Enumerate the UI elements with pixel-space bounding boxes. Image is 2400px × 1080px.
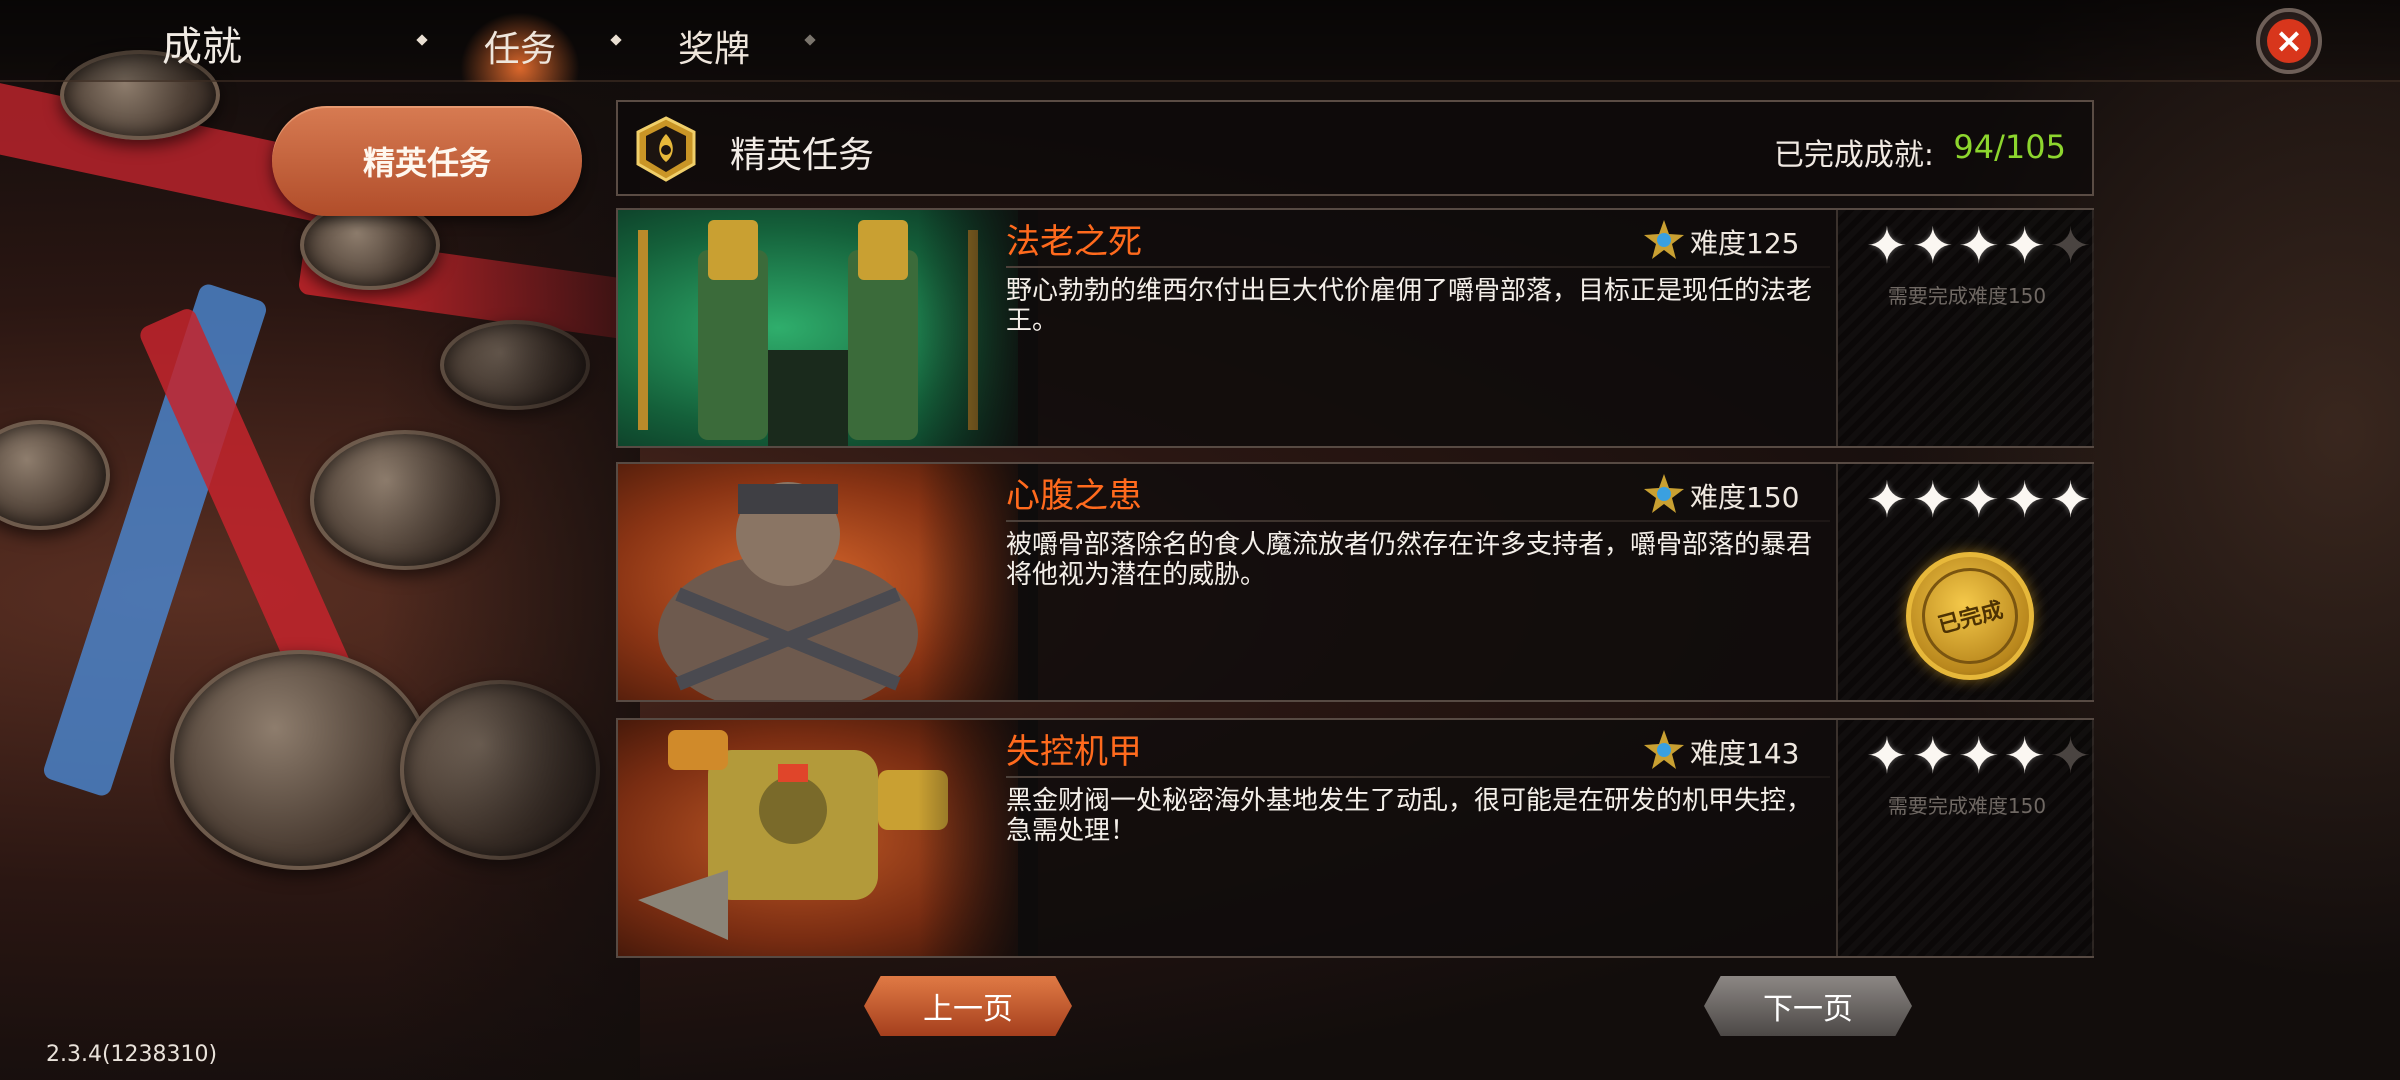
star-icon: ✦	[2003, 471, 2046, 529]
tab-separator	[610, 34, 622, 46]
sidebar-item-elite-tasks[interactable]: 精英任务	[272, 106, 582, 216]
top-bar: 成就 任务 奖牌 ×	[0, 0, 2400, 82]
requirement-text: 需要完成难度150	[1887, 284, 2047, 308]
difficulty-icon	[1644, 220, 1684, 259]
close-icon: ×	[2267, 19, 2311, 63]
tab-tasks[interactable]: 任务	[484, 20, 556, 72]
star-icon: ✦	[2049, 471, 2092, 529]
tab-separator	[416, 34, 428, 46]
star-rating: ✦ ✦ ✦ ✦ ✦	[1866, 474, 2092, 526]
star-icon: ✦	[1911, 727, 1954, 785]
completed-count: 94/105	[1953, 128, 2066, 166]
elite-emblem-icon	[636, 116, 696, 182]
completed-label: 已完成成就:	[1773, 138, 1934, 173]
star-icon: ✦	[1957, 217, 2000, 275]
mission-status-panel: ✦ ✦ ✦ ✦ ✦ 已完成	[1836, 464, 2094, 700]
mission-card[interactable]: 失控机甲 难度143 黑金财阀一处秘密海外基地发生了动乱，很可能是在研发的机甲失…	[616, 718, 2094, 958]
star-icon: ✦	[1911, 471, 1954, 529]
requirement-text: 需要完成难度150	[1887, 794, 2047, 818]
star-empty-icon: ✦	[2049, 217, 2092, 275]
section-header: 精英任务 已完成成就: 94/105	[616, 100, 2094, 196]
difficulty-label: 难度143	[1690, 737, 1800, 770]
difficulty-icon	[1644, 474, 1684, 513]
completed-seal-icon: 已完成	[1906, 552, 2034, 680]
mission-description: 黑金财阀一处秘密海外基地发生了动乱，很可能是在研发的机甲失控，急需处理！	[1006, 786, 1813, 846]
mission-name: 心腹之患	[1006, 476, 1142, 516]
close-button[interactable]: ×	[2256, 8, 2322, 74]
star-icon: ✦	[1866, 471, 1908, 529]
star-icon: ✦	[1866, 217, 1908, 275]
tab-medals[interactable]: 奖牌	[678, 20, 750, 72]
difficulty-label: 难度125	[1690, 227, 1800, 260]
mission-status-panel: ✦ ✦ ✦ ✦ ✦ 需要完成难度150	[1836, 210, 2094, 446]
mission-status-panel: ✦ ✦ ✦ ✦ ✦ 需要完成难度150	[1836, 720, 2094, 956]
page-title: 成就	[162, 24, 242, 70]
mission-card[interactable]: 法老之死 难度125 野心勃勃的维西尔付出巨大代价雇佣了嚼骨部落，目标正是现任的…	[616, 208, 2094, 448]
mission-name: 法老之死	[1006, 222, 1142, 262]
mission-name: 失控机甲	[1006, 732, 1142, 772]
tab-separator	[804, 34, 816, 46]
mission-card[interactable]: 心腹之患 难度150 被嚼骨部落除名的食人魔流放者仍然存在许多支持者，嚼骨部落的…	[616, 462, 2094, 702]
star-rating: ✦ ✦ ✦ ✦ ✦	[1866, 220, 2092, 272]
star-rating: ✦ ✦ ✦ ✦ ✦	[1866, 730, 2092, 782]
previous-page-button[interactable]: 上一页	[864, 976, 1072, 1036]
next-page-button[interactable]: 下一页	[1704, 976, 1912, 1036]
star-icon: ✦	[1957, 727, 2000, 785]
star-icon: ✦	[2003, 217, 2046, 275]
star-icon: ✦	[1866, 727, 1908, 785]
star-icon: ✦	[1957, 471, 2000, 529]
star-icon: ✦	[2003, 727, 2046, 785]
star-icon: ✦	[1911, 217, 1954, 275]
section-title: 精英任务	[730, 135, 875, 176]
star-empty-icon: ✦	[2049, 727, 2092, 785]
version-label: 2.3.4(1238310)	[46, 1042, 218, 1067]
difficulty-label: 难度150	[1690, 481, 1800, 514]
difficulty-icon	[1644, 730, 1684, 769]
mission-description: 野心勃勃的维西尔付出巨大代价雇佣了嚼骨部落，目标正是现任的法老王。	[1006, 276, 1813, 336]
mission-description: 被嚼骨部落除名的食人魔流放者仍然存在许多支持者，嚼骨部落的暴君将他视为潜在的威胁…	[1006, 530, 1813, 590]
